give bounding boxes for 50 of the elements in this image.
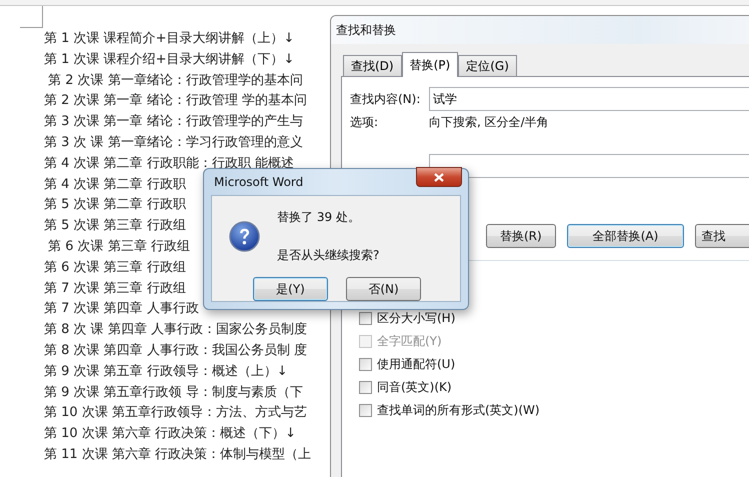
document-line: 第 8 次 课 第四章 人事行政：国家公务员制度 [44,321,307,340]
checkbox-label: 同音(英文)(K) [377,379,452,396]
document-line: 第 1 次课 课程简介+目录大纲讲解（上）↓ [44,30,294,48]
replace-field[interactable] [429,154,749,178]
document-line: 第 4 次课 第二章 行政职 [44,176,186,194]
tab[interactable]: 替换(P) [402,52,458,77]
close-button[interactable] [416,167,462,187]
document-line: 第 6 次课 第三章 行政组 [44,258,186,277]
find-label: 查找内容(N): [350,90,422,108]
document-line: 第 7 次课 第四章 人事行政 [44,300,199,318]
document-line: 第 2 次课 第一章绪论：行政管理学的基本问 [47,72,303,90]
document-line: 第 2 次课 第一章 绪论：行政管理 学的基本问 [44,92,307,110]
tab[interactable]: 查找(D) [343,55,402,77]
checkbox-label: 全字匹配(Y) [377,333,442,350]
dialog-button[interactable]: 查找 [695,224,749,248]
checkbox-label: 区分大小写(H) [377,310,456,327]
options-label: 选项: [350,114,380,130]
tab[interactable]: 定位(G) [458,55,517,77]
document-line: 第 8 次课 第四章 人事行政：我国公务员制 度 [44,342,307,360]
document-line: 第 6 次课 第三章 行政组 [47,238,190,256]
document-line: 第 5 次课 第三章 行政组 [44,217,186,236]
dialog-button[interactable]: 全部替换(A) [566,224,684,248]
find-field[interactable]: 试学 [429,87,749,111]
checkbox[interactable] [359,404,372,417]
close-icon [434,172,444,182]
dialog-title: 查找和替换 [336,22,396,38]
checkbox-label: 查找单词的所有形式(英文)(W) [377,402,540,419]
document-line: 第 10 次课 第五章行政领导：方法、方式与艺 [44,404,307,422]
checkbox[interactable] [359,381,372,394]
document-line: 第 10 次课 第六章 行政决策：概述（下）↓ [44,425,296,444]
message-box-title: Microsoft Word [214,175,304,189]
document-line: 第 3 次 课 第一章绪论：学习行政管理的意义 [44,134,303,152]
document-line: 第 11 次课 第六章 行政决策：体制与模型（上 [44,446,312,464]
document-line: 第 1 次课 课程介绍+目录大纲讲解（下）↓ [44,50,294,69]
question-text: 是否从头继续搜索? [277,247,380,264]
page-corner-mark [20,6,43,28]
document-line: 第 9 次课 第五章 行政领导：概述（上）↓ [44,362,288,381]
question-icon [229,221,260,252]
message-text: 替换了 39 处。 [277,209,361,226]
dialog-button[interactable]: 是(Y) [253,277,328,301]
options-value: 向下搜索, 区分全/半角 [429,114,549,130]
document-line: 第 9 次课 第五章行政领 导：制度与素质（下 [44,384,303,402]
checkbox[interactable] [359,312,372,325]
document-line: 第 7 次课 第三章 行政组 [44,280,186,298]
dialog-button[interactable]: 否(N) [346,277,421,301]
checkbox-label: 使用通配符(U) [377,356,456,373]
document-line: 第 5 次课 第二章 行政职 [44,196,186,214]
document-line: 第 3 次课 第一章 绪论：行政管理学的产生与 [44,113,303,132]
checkbox[interactable] [359,358,372,371]
dialog-button[interactable]: 替换(R) [486,224,556,248]
